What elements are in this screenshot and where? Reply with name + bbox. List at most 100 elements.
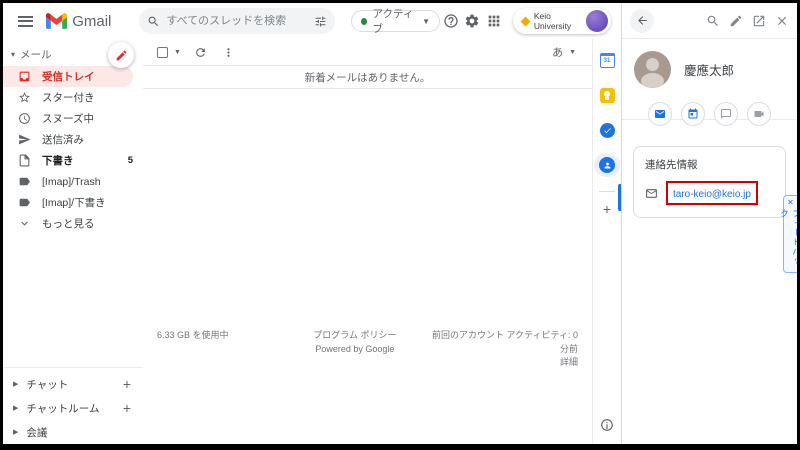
sidebar: ▾ メール 受信トレイ スター付き bbox=[3, 39, 143, 444]
email-contact-button[interactable] bbox=[648, 102, 672, 126]
gmail-m-icon bbox=[46, 13, 67, 29]
close-icon[interactable]: ✕ bbox=[787, 198, 794, 208]
contact-identity: 慶應太郎 bbox=[622, 39, 797, 94]
get-addons-button[interactable]: + bbox=[603, 202, 611, 216]
input-tools-button[interactable]: あ ▼ bbox=[552, 44, 580, 60]
mail-list-area: ▼ あ ▼ 新着メールはありません。 6.33 GB を使用中 bbox=[143, 39, 592, 444]
feedback-tab[interactable]: ✕ フィードバック bbox=[783, 195, 797, 273]
calendar-icon bbox=[687, 108, 699, 120]
tune-icon[interactable] bbox=[314, 15, 327, 28]
contact-info-card: 連絡先情報 taro-keio@keio.jp bbox=[633, 146, 786, 218]
sidebar-item-label: 受信トレイ bbox=[42, 69, 95, 84]
apps-grid-icon[interactable] bbox=[483, 9, 505, 33]
program-policies-link[interactable]: プログラム ポリシー bbox=[283, 329, 426, 343]
sidebar-item-label: [Imap]/Trash bbox=[42, 176, 101, 188]
sidebar-item-label: 下書き bbox=[42, 153, 74, 168]
section-label: チャットルーム bbox=[26, 401, 99, 416]
gmail-window: Gmail アクティブ ▼ Keio Univer bbox=[3, 3, 797, 444]
label-icon bbox=[18, 175, 31, 188]
more-vert-icon[interactable] bbox=[217, 40, 241, 64]
contact-side-panel: 慶應太郎 連絡先情報 taro-keio@keio.jp bbox=[621, 3, 797, 444]
chevron-down-icon: ▼ bbox=[569, 49, 576, 56]
app-header: Gmail アクティブ ▼ Keio Univer bbox=[3, 3, 621, 39]
help-icon[interactable] bbox=[440, 9, 462, 33]
sidebar-section-meet[interactable]: ▶ 会議 bbox=[3, 420, 143, 444]
strip-divider bbox=[599, 191, 615, 192]
chat-contact-button[interactable] bbox=[714, 102, 738, 126]
sidebar-item-label: スヌーズ中 bbox=[42, 111, 94, 126]
details-link[interactable]: 詳細 bbox=[426, 356, 578, 370]
feedback-label: フィードバック bbox=[779, 209, 798, 272]
video-call-button[interactable] bbox=[747, 102, 771, 126]
compose-button[interactable] bbox=[108, 42, 134, 68]
storage-usage: 6.33 GB を使用中 bbox=[157, 329, 283, 370]
sidebar-item-label: もっと見る bbox=[42, 216, 95, 231]
sidebar-item-label: 送信済み bbox=[42, 132, 84, 147]
search-icon[interactable] bbox=[706, 14, 720, 28]
draft-icon bbox=[18, 154, 31, 167]
status-chip[interactable]: アクティブ ▼ bbox=[351, 10, 440, 32]
hamburger-icon[interactable] bbox=[13, 7, 38, 35]
sidebar-section-chat[interactable]: ▶ チャット + bbox=[3, 372, 143, 396]
search-bar[interactable] bbox=[139, 8, 335, 34]
contact-name: 慶應太郎 bbox=[684, 60, 734, 79]
open-in-new-icon[interactable] bbox=[752, 14, 766, 28]
settings-icon[interactable] bbox=[462, 9, 484, 33]
add-icon[interactable]: + bbox=[123, 401, 131, 415]
search-icon[interactable] bbox=[147, 15, 160, 28]
edit-icon[interactable] bbox=[729, 14, 743, 28]
sidebar-item-inbox[interactable]: 受信トレイ bbox=[3, 66, 133, 87]
contacts-app-button[interactable] bbox=[594, 153, 620, 177]
sidebar-item-label: [Imap]/下書き bbox=[42, 195, 106, 210]
gmail-logo[interactable]: Gmail bbox=[46, 13, 111, 30]
avatar[interactable] bbox=[586, 10, 608, 32]
chevron-down-icon bbox=[18, 217, 31, 230]
sidebar-item-sent[interactable]: 送信済み bbox=[3, 129, 143, 150]
section-label: 会議 bbox=[26, 425, 47, 440]
tasks-icon bbox=[600, 123, 615, 138]
powered-by: Powered by Google bbox=[283, 343, 426, 357]
add-icon[interactable]: + bbox=[123, 377, 131, 391]
select-dropdown-icon[interactable]: ▼ bbox=[174, 49, 181, 56]
search-input[interactable] bbox=[166, 15, 308, 27]
sidebar-item-imap-drafts[interactable]: [Imap]/下書き bbox=[3, 192, 143, 213]
drafts-count: 5 bbox=[128, 155, 133, 166]
sidebar-item-imap-trash[interactable]: [Imap]/Trash bbox=[3, 171, 143, 192]
logo-text: Gmail bbox=[72, 13, 111, 30]
chevron-right-icon: ▶ bbox=[13, 380, 18, 388]
sidebar-item-drafts[interactable]: 下書き 5 bbox=[3, 150, 143, 171]
active-status-dot bbox=[361, 18, 367, 25]
empty-inbox-banner: 新着メールはありません。 bbox=[143, 65, 592, 89]
schedule-event-button[interactable] bbox=[681, 102, 705, 126]
tasks-app-button[interactable] bbox=[594, 118, 620, 142]
sidebar-item-more[interactable]: もっと見る bbox=[3, 213, 143, 234]
account-name: Keio University bbox=[534, 11, 581, 31]
sidebar-item-label: スター付き bbox=[42, 90, 95, 105]
keep-app-button[interactable] bbox=[594, 83, 620, 107]
mail-section-label: メール bbox=[20, 47, 52, 62]
mail-outline-icon bbox=[645, 187, 658, 200]
sent-icon bbox=[18, 133, 31, 146]
back-arrow-icon bbox=[636, 14, 649, 27]
back-button[interactable] bbox=[630, 9, 654, 33]
contact-email-link[interactable]: taro-keio@keio.jp bbox=[673, 189, 751, 200]
sidebar-item-starred[interactable]: スター付き bbox=[3, 87, 143, 108]
calendar-app-button[interactable]: 31 bbox=[594, 48, 620, 72]
keep-icon bbox=[600, 88, 615, 103]
info-icon[interactable] bbox=[600, 418, 614, 432]
sidebar-bottom-sections: ▶ チャット + ▶ チャットルーム + ▶ 会議 bbox=[3, 367, 143, 444]
close-icon[interactable] bbox=[775, 14, 789, 28]
mail-footer: 6.33 GB を使用中 プログラム ポリシー Powered by Googl… bbox=[143, 329, 592, 370]
sidebar-item-snoozed[interactable]: スヌーズ中 bbox=[3, 108, 143, 129]
chat-icon bbox=[720, 108, 732, 120]
select-all-checkbox[interactable] bbox=[157, 47, 168, 58]
email-annotation-box: taro-keio@keio.jp bbox=[666, 181, 758, 205]
contact-actions bbox=[622, 102, 797, 136]
compose-icon bbox=[115, 49, 128, 62]
chevron-down-icon: ▾ bbox=[11, 50, 15, 59]
refresh-icon[interactable] bbox=[189, 40, 213, 64]
sidebar-section-rooms[interactable]: ▶ チャットルーム + bbox=[3, 396, 143, 420]
companion-sidebar: 31 + bbox=[592, 39, 621, 444]
account-badge[interactable]: Keio University bbox=[513, 8, 611, 34]
mail-toolbar: ▼ あ ▼ bbox=[143, 39, 592, 65]
